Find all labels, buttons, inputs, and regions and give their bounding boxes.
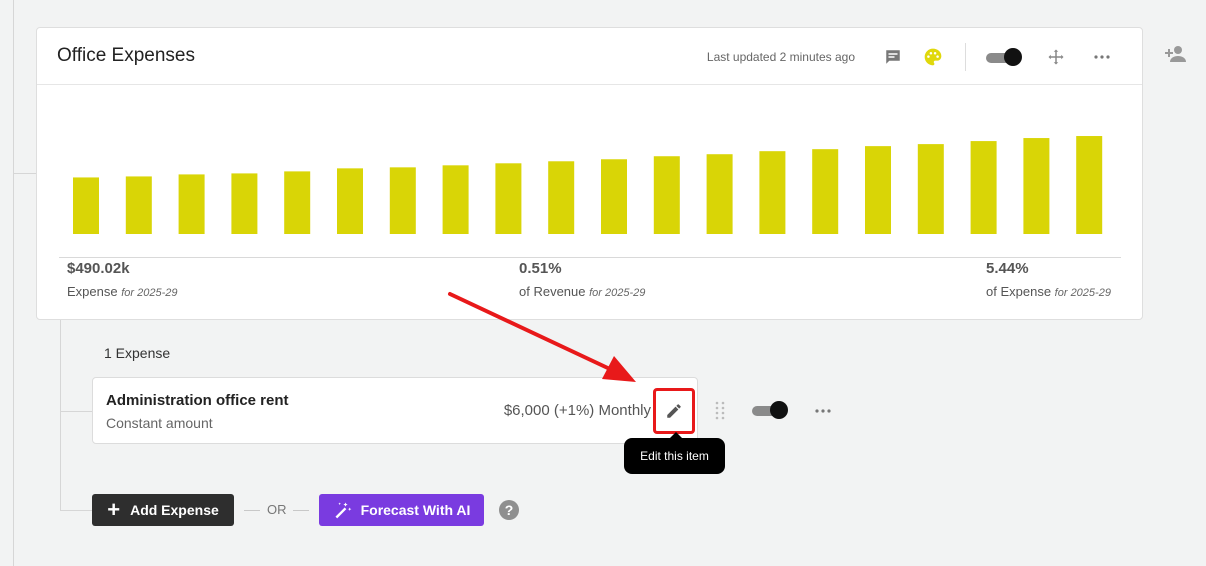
stat-value: 5.44% (986, 260, 1029, 277)
tree-line-sub (60, 320, 61, 510)
stat-of-expense: 5.44% of Expense for 2025-29 (986, 260, 1111, 301)
chart-bar (917, 144, 944, 234)
tree-line-main (13, 0, 14, 566)
tree-line-item (60, 411, 92, 412)
chart-bar (812, 149, 839, 234)
chart-bar (495, 163, 522, 234)
chart-bar (548, 161, 575, 234)
comment-icon[interactable] (881, 45, 905, 69)
item-more-icon[interactable] (812, 400, 834, 422)
add-expense-button[interactable]: + Add Expense (92, 494, 234, 526)
stat-expense: $490.02k Expense for 2025-29 (67, 260, 177, 301)
expense-card: Office Expenses Last updated 2 minutes a… (36, 27, 1143, 320)
expense-item-toggle[interactable] (752, 401, 788, 419)
expense-bar-chart (73, 136, 1103, 234)
stat-label: of Expense for 2025-29 (986, 284, 1111, 299)
chart-bar (125, 176, 152, 234)
plus-icon: + (107, 497, 121, 522)
forecast-ai-label: Forecast With AI (360, 502, 471, 518)
chart-bar (73, 177, 99, 234)
drag-handle-icon[interactable] (713, 400, 727, 422)
add-expense-label: Add Expense (130, 502, 219, 518)
edit-item-button[interactable] (653, 388, 695, 434)
palette-icon[interactable] (921, 45, 945, 69)
forecast-ai-button[interactable]: Forecast With AI (319, 494, 484, 526)
tree-line-branch (13, 173, 36, 174)
stat-value: $490.02k (67, 260, 130, 277)
tree-line-add (60, 510, 92, 511)
chart-bar (706, 154, 733, 234)
more-icon[interactable] (1090, 45, 1114, 69)
or-label: OR (267, 502, 287, 517)
chart-bar (759, 151, 786, 234)
card-header: Office Expenses Last updated 2 minutes a… (37, 28, 1142, 85)
expense-item-amount: $6,000 (+1%) Monthly (503, 402, 651, 419)
chart-baseline (59, 257, 1121, 258)
chart-bar (601, 159, 627, 234)
magic-wand-icon (335, 502, 351, 519)
last-updated-text: Last updated 2 minutes ago (706, 49, 855, 64)
expense-item-type: Constant amount (106, 415, 213, 431)
stat-label: Expense for 2025-29 (67, 284, 178, 299)
chart-bar (442, 165, 469, 234)
expense-item[interactable]: Administration office rent Constant amou… (92, 377, 698, 444)
stat-label: of Revenue for 2025-29 (519, 284, 646, 299)
chart-bar (865, 146, 891, 234)
card-title: Office Expenses (57, 45, 196, 66)
or-divider-left (244, 510, 260, 511)
pencil-icon (667, 404, 681, 418)
chart-bar (653, 156, 680, 234)
header-divider (965, 42, 966, 71)
chart-bar (231, 173, 258, 234)
stat-revenue: 0.51% of Revenue for 2025-29 (519, 260, 645, 301)
card-toggle[interactable] (986, 47, 1022, 66)
add-user-icon[interactable] (1164, 44, 1190, 68)
chart-bar (284, 171, 311, 234)
or-divider-right (293, 510, 309, 511)
stat-value: 0.51% (519, 260, 562, 277)
expense-item-name: Administration office rent (106, 392, 289, 409)
chart-bar (1076, 136, 1103, 234)
chart-bar (970, 141, 997, 234)
chart-bar (389, 167, 416, 234)
expense-count: 1 Expense (104, 345, 171, 361)
chart-bar (178, 174, 205, 234)
help-icon[interactable]: ? (499, 500, 519, 520)
move-icon[interactable] (1044, 45, 1068, 69)
edit-tooltip: Edit this item (624, 432, 725, 474)
header-actions: Last updated 2 minutes ago (707, 28, 1122, 85)
chart-bar (1023, 138, 1050, 234)
chart-bar (337, 168, 363, 234)
